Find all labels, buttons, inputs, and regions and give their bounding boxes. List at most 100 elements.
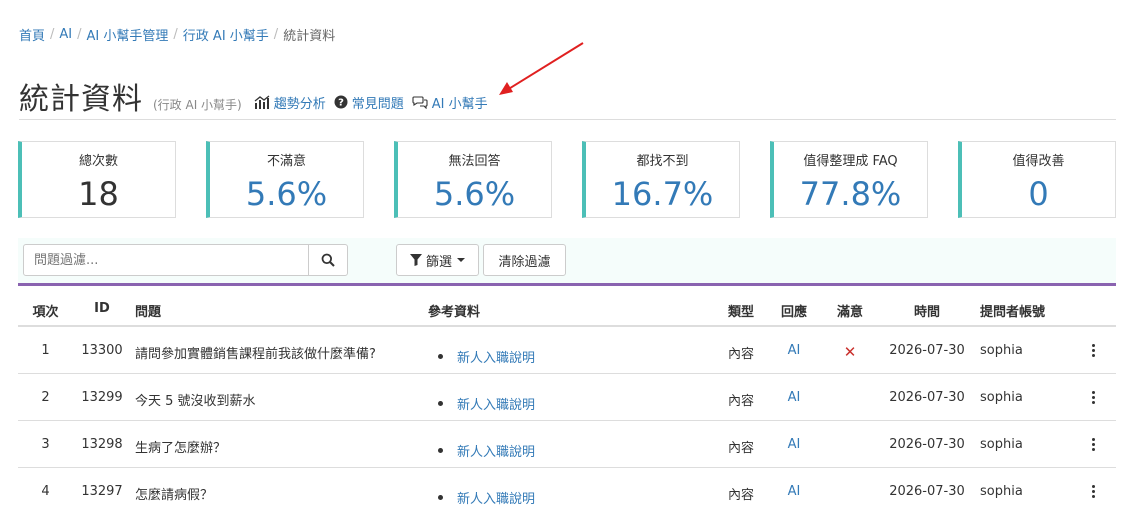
row-user: sophia xyxy=(980,484,1023,499)
caret-down-icon xyxy=(457,258,465,262)
row-type: 內容 xyxy=(727,394,754,409)
breadcrumb-ai[interactable]: AI xyxy=(59,27,72,42)
stat-value[interactable]: 16.7% xyxy=(586,175,739,213)
breadcrumb-ai-assistant-management[interactable]: AI 小幫手管理 xyxy=(87,25,169,44)
row-user: sophia xyxy=(980,437,1023,452)
column-header-id: ID xyxy=(94,301,110,316)
breadcrumb: 首頁 / AI / AI 小幫手管理 / 行政 AI 小幫手 / 統計資料 xyxy=(19,25,335,44)
row-id: 13299 xyxy=(81,390,123,405)
kebab-menu-icon xyxy=(1086,437,1100,451)
stat-value[interactable]: 0 xyxy=(962,175,1115,213)
breadcrumb-current: 統計資料 xyxy=(283,29,336,44)
question-filter-input[interactable] xyxy=(23,244,310,276)
stat-label: 無法回答 xyxy=(448,154,501,169)
trend-analysis-link[interactable]: 趨勢分析 xyxy=(254,93,326,112)
question-table: 項次 ID 問題 參考資料 類型 回應 滿意 時間 提問者帳號 1 13300 … xyxy=(18,290,1116,513)
column-header-reference: 參考資料 xyxy=(428,305,481,320)
bullet-icon xyxy=(438,354,443,359)
breadcrumb-admin-ai-assistant[interactable]: 行政 AI 小幫手 xyxy=(183,25,269,44)
search-icon xyxy=(321,253,335,267)
header-links: 趨勢分析 ? 常見問題 AI 小幫手 xyxy=(254,93,496,112)
row-menu-button[interactable] xyxy=(1086,390,1100,404)
stat-value[interactable]: 5.6% xyxy=(398,175,551,213)
search-button[interactable] xyxy=(308,244,348,276)
question-circle-icon: ? xyxy=(334,95,348,109)
row-id: 13297 xyxy=(81,484,123,499)
row-menu-button[interactable] xyxy=(1086,484,1100,498)
ai-assistant-label: AI 小幫手 xyxy=(431,96,488,112)
row-id: 13298 xyxy=(81,437,123,452)
row-type: 內容 xyxy=(727,441,754,456)
breadcrumb-separator: / xyxy=(173,27,178,42)
row-response[interactable]: AI xyxy=(770,390,818,405)
page-title: 統計資料 xyxy=(19,82,143,117)
row-question: 今天 5 號沒收到薪水 xyxy=(135,394,256,409)
row-question: 生病了怎麼辦？ xyxy=(135,441,227,456)
column-header-time: 時間 xyxy=(913,305,940,320)
row-reference: 新人入職說明 xyxy=(428,394,535,413)
stat-label: 都找不到 xyxy=(636,154,689,169)
row-time: 2026-07-30 xyxy=(889,390,965,405)
stat-label: 值得整理成 FAQ xyxy=(803,154,898,169)
row-type: 內容 xyxy=(727,488,754,503)
dissatisfied-x-icon: ✕ xyxy=(843,343,857,361)
row-question: 怎麼請病假？ xyxy=(135,488,214,503)
reference-link[interactable]: 新人入職說明 xyxy=(457,394,535,413)
clear-filter-button[interactable]: 清除過濾 xyxy=(483,244,566,276)
page-subtitle: (行政 AI 小幫手) xyxy=(153,98,242,112)
breadcrumb-separator: / xyxy=(50,27,55,42)
row-menu-button[interactable] xyxy=(1086,343,1100,357)
chat-bubbles-icon xyxy=(412,96,428,109)
stat-card-improvement-worthy[interactable]: 值得改善 0 xyxy=(958,141,1116,218)
reference-link[interactable]: 新人入職說明 xyxy=(457,441,535,460)
column-header-user: 提問者帳號 xyxy=(980,305,1046,320)
reference-link[interactable]: 新人入職說明 xyxy=(457,347,535,366)
stat-label: 總次數 xyxy=(78,154,118,169)
row-no: 4 xyxy=(41,484,50,499)
stat-label: 不滿意 xyxy=(266,154,306,169)
table-row: 3 13298 生病了怎麼辦？ 新人入職說明 內容 AI 2026-07-30 … xyxy=(18,421,1116,468)
trend-analysis-label: 趨勢分析 xyxy=(273,96,326,112)
row-user: sophia xyxy=(980,343,1023,358)
svg-text:?: ? xyxy=(338,98,344,109)
row-response[interactable]: AI xyxy=(770,437,818,452)
table-row: 1 13300 請問參加實體銷售課程前我該做什麼準備? 新人入職說明 內容 AI… xyxy=(18,327,1116,374)
row-response[interactable]: AI xyxy=(770,343,818,358)
stat-value[interactable]: 77.8% xyxy=(774,175,927,213)
column-header-satisfaction: 滿意 xyxy=(836,305,863,320)
kebab-menu-icon xyxy=(1086,484,1100,498)
table-row: 4 13297 怎麼請病假？ 新人入職說明 內容 AI 2026-07-30 s… xyxy=(18,468,1116,513)
stat-value[interactable]: 5.6% xyxy=(210,175,363,213)
filter-bar: 篩選 清除過濾 xyxy=(18,238,1116,286)
stat-value: 18 xyxy=(78,175,119,213)
filter-dropdown-button[interactable]: 篩選 xyxy=(396,244,479,276)
row-reference: 新人入職說明 xyxy=(428,488,535,507)
stat-card-total: 總次數 18 xyxy=(18,141,176,218)
ai-assistant-link[interactable]: AI 小幫手 xyxy=(412,93,488,112)
column-header-response: 回應 xyxy=(780,305,807,320)
breadcrumb-separator: / xyxy=(77,27,82,42)
stat-card-faq-worthy[interactable]: 值得整理成 FAQ 77.8% xyxy=(770,141,928,218)
stat-card-unanswerable[interactable]: 無法回答 5.6% xyxy=(394,141,552,218)
faq-label: 常見問題 xyxy=(351,96,404,112)
row-response[interactable]: AI xyxy=(770,484,818,499)
row-no: 2 xyxy=(41,390,50,405)
trend-chart-icon xyxy=(254,95,270,109)
stat-label: 值得改善 xyxy=(1012,154,1065,169)
row-no: 1 xyxy=(41,343,50,358)
row-id: 13300 xyxy=(81,343,123,358)
column-header-type: 類型 xyxy=(727,305,754,320)
stat-card-not-found[interactable]: 都找不到 16.7% xyxy=(582,141,740,218)
stats-panel: 總次數 18 不滿意 5.6% 無法回答 5.6% 都找不到 16.7% 值得整… xyxy=(18,141,1116,218)
row-question: 請問參加實體銷售課程前我該做什麼準備? xyxy=(135,347,376,362)
faq-link[interactable]: ? 常見問題 xyxy=(334,93,404,112)
table-header: 項次 ID 問題 參考資料 類型 回應 滿意 時間 提問者帳號 xyxy=(18,290,1116,327)
row-user: sophia xyxy=(980,390,1023,405)
stat-card-dissatisfied[interactable]: 不滿意 5.6% xyxy=(206,141,364,218)
row-reference: 新人入職說明 xyxy=(428,441,535,460)
breadcrumb-home[interactable]: 首頁 xyxy=(19,25,45,44)
breadcrumb-separator: / xyxy=(273,27,279,42)
row-menu-button[interactable] xyxy=(1086,437,1100,451)
filter-label: 篩選 xyxy=(425,254,452,270)
reference-link[interactable]: 新人入職說明 xyxy=(457,488,535,507)
